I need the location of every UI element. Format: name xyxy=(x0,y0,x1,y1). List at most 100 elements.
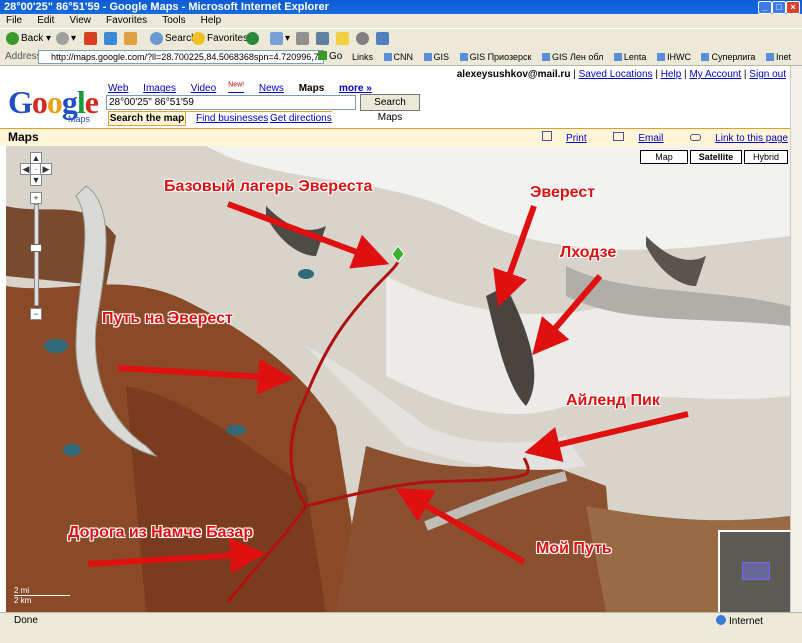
security-zone: Internet xyxy=(716,615,763,627)
map-type-hybrid-button[interactable]: Hybrid xyxy=(744,150,788,164)
subtab-get-directions[interactable]: Get directions xyxy=(270,112,332,125)
tab-more[interactable]: more » xyxy=(339,83,372,94)
link-gis-priozersk[interactable]: GIS Приозерск xyxy=(460,52,532,62)
address-input[interactable]: http://maps.google.com/?ll=28.700225,84.… xyxy=(38,50,324,64)
overview-map[interactable] xyxy=(718,530,790,612)
research-button[interactable] xyxy=(376,32,391,46)
link-gis-len-obl[interactable]: GIS Лен обл xyxy=(542,52,603,62)
tab-images[interactable]: Images xyxy=(143,83,176,94)
search-maps-button[interactable]: Search Maps xyxy=(360,94,420,123)
label-everest: Эверест xyxy=(530,184,596,201)
tab-video[interactable]: Video New! xyxy=(191,82,245,94)
discuss-icon xyxy=(336,32,349,45)
close-icon[interactable]: × xyxy=(786,1,800,14)
maximize-icon[interactable]: □ xyxy=(772,1,786,14)
link-superliga[interactable]: Суперлига xyxy=(701,52,755,62)
link-cnn[interactable]: CNN xyxy=(384,52,414,62)
search-input[interactable]: 28°00'25" 86°51'59 xyxy=(106,95,356,110)
maps-actions: Print Email Link to this page xyxy=(518,131,788,144)
vertical-scrollbar[interactable] xyxy=(790,66,802,612)
forward-arrow-icon xyxy=(56,32,69,45)
forward-button[interactable]: ▾ xyxy=(56,32,76,46)
logo-maps-sub: Maps xyxy=(68,114,91,124)
search-tabs: Web Images Video New! News Maps more » xyxy=(108,82,384,94)
favorites-button[interactable]: Favorites xyxy=(192,32,248,46)
menu-edit[interactable]: Edit xyxy=(31,14,60,28)
links-bar: Links CNN GIS GIS Приозерск GIS Лен обл … xyxy=(352,50,799,64)
map-type-map-button[interactable]: Map xyxy=(640,150,688,164)
label-lhotse: Лходзе xyxy=(560,244,617,261)
link-lenta[interactable]: Lenta xyxy=(614,52,647,62)
search-button[interactable]: Search xyxy=(150,32,197,46)
email-link[interactable]: Email xyxy=(601,132,663,144)
label-my-path: Мой Путь xyxy=(536,540,612,557)
tab-maps: Maps xyxy=(298,83,325,95)
mail-button[interactable]: ▾ xyxy=(270,32,290,46)
globe-icon xyxy=(716,615,726,625)
my-account-link[interactable]: My Account xyxy=(689,69,741,80)
messenger-button[interactable] xyxy=(356,32,371,46)
pan-down-icon[interactable]: ▼ xyxy=(30,174,42,186)
user-email: alexeysushkov@mail.ru xyxy=(456,69,571,80)
messenger-icon xyxy=(356,32,369,45)
menu-tools[interactable]: Tools xyxy=(156,14,191,28)
maps-header: Maps Print Email Link to this page xyxy=(0,128,790,146)
link-gis[interactable]: GIS xyxy=(424,52,450,62)
zoom-out-icon[interactable]: − xyxy=(30,308,42,320)
sign-out-link[interactable]: Sign out xyxy=(749,69,786,80)
saved-locations-link[interactable]: Saved Locations xyxy=(579,69,653,80)
user-bar: alexeysushkov@mail.ru | Saved Locations … xyxy=(456,69,786,80)
print-button[interactable] xyxy=(296,32,311,46)
menu-bar: File Edit View Favorites Tools Help xyxy=(0,14,802,28)
overview-viewport[interactable] xyxy=(742,562,770,580)
map-type-satellite-button[interactable]: Satellite xyxy=(690,150,742,164)
window-title: 28°00'25" 86°51'59 - Google Maps - Micro… xyxy=(4,1,329,13)
zoom-slider-handle[interactable] xyxy=(30,244,42,252)
subtab-search-map[interactable]: Search the map xyxy=(108,112,186,126)
print-link[interactable]: Print xyxy=(530,131,587,144)
mail-icon xyxy=(270,32,283,45)
status-text: Done xyxy=(14,615,38,626)
history-button[interactable] xyxy=(246,32,261,46)
satellite-map[interactable]: Map Satellite Hybrid ▲ ◀ · ▶ ▼ + − Базов… xyxy=(6,146,790,612)
tab-web[interactable]: Web xyxy=(108,83,128,94)
maps-title: Maps xyxy=(8,130,39,144)
refresh-icon xyxy=(104,32,117,45)
go-arrow-icon xyxy=(318,51,327,60)
menu-help[interactable]: Help xyxy=(195,14,228,28)
links-label: Links xyxy=(352,52,374,62)
toolbar: Back ▾ ▾ Search Favorites ▾ xyxy=(0,28,802,50)
menu-favorites[interactable]: Favorites xyxy=(100,14,153,28)
link-inet[interactable]: Inet xyxy=(766,52,791,62)
zoom-slider-track[interactable] xyxy=(34,204,39,306)
stop-button[interactable] xyxy=(84,32,99,46)
back-arrow-icon xyxy=(6,32,19,45)
subtab-find-businesses[interactable]: Find businesses xyxy=(196,112,268,125)
menu-view[interactable]: View xyxy=(63,14,97,28)
search-icon xyxy=(150,32,163,45)
link-ihwc[interactable]: IHWC xyxy=(657,52,691,62)
status-bar: Done Internet xyxy=(0,612,802,643)
new-badge: New! xyxy=(228,82,245,89)
page-content: alexeysushkov@mail.ru | Saved Locations … xyxy=(0,66,790,612)
refresh-button[interactable] xyxy=(104,32,119,46)
help-link[interactable]: Help xyxy=(661,69,682,80)
discuss-button[interactable] xyxy=(336,32,351,46)
back-button[interactable]: Back ▾ xyxy=(6,32,51,46)
go-button[interactable]: Go xyxy=(318,50,342,64)
tab-news[interactable]: News xyxy=(259,83,284,94)
address-label: Address xyxy=(5,51,42,62)
label-path-everest: Путь на Эверест xyxy=(102,310,233,327)
zoom-in-icon[interactable]: + xyxy=(30,192,42,204)
label-road-namche: Дорога из Намче Базар xyxy=(68,524,254,541)
edit-icon xyxy=(316,32,329,45)
label-base-camp: Базовый лагерь Эвереста xyxy=(164,178,373,195)
link-to-page[interactable]: Link to this page xyxy=(678,133,788,144)
history-icon xyxy=(246,32,259,45)
home-button[interactable] xyxy=(124,32,139,46)
menu-file[interactable]: File xyxy=(0,14,28,28)
edit-button[interactable] xyxy=(316,32,331,46)
print-icon xyxy=(542,131,553,141)
minimize-icon[interactable]: _ xyxy=(758,1,772,14)
stop-icon xyxy=(84,32,97,45)
